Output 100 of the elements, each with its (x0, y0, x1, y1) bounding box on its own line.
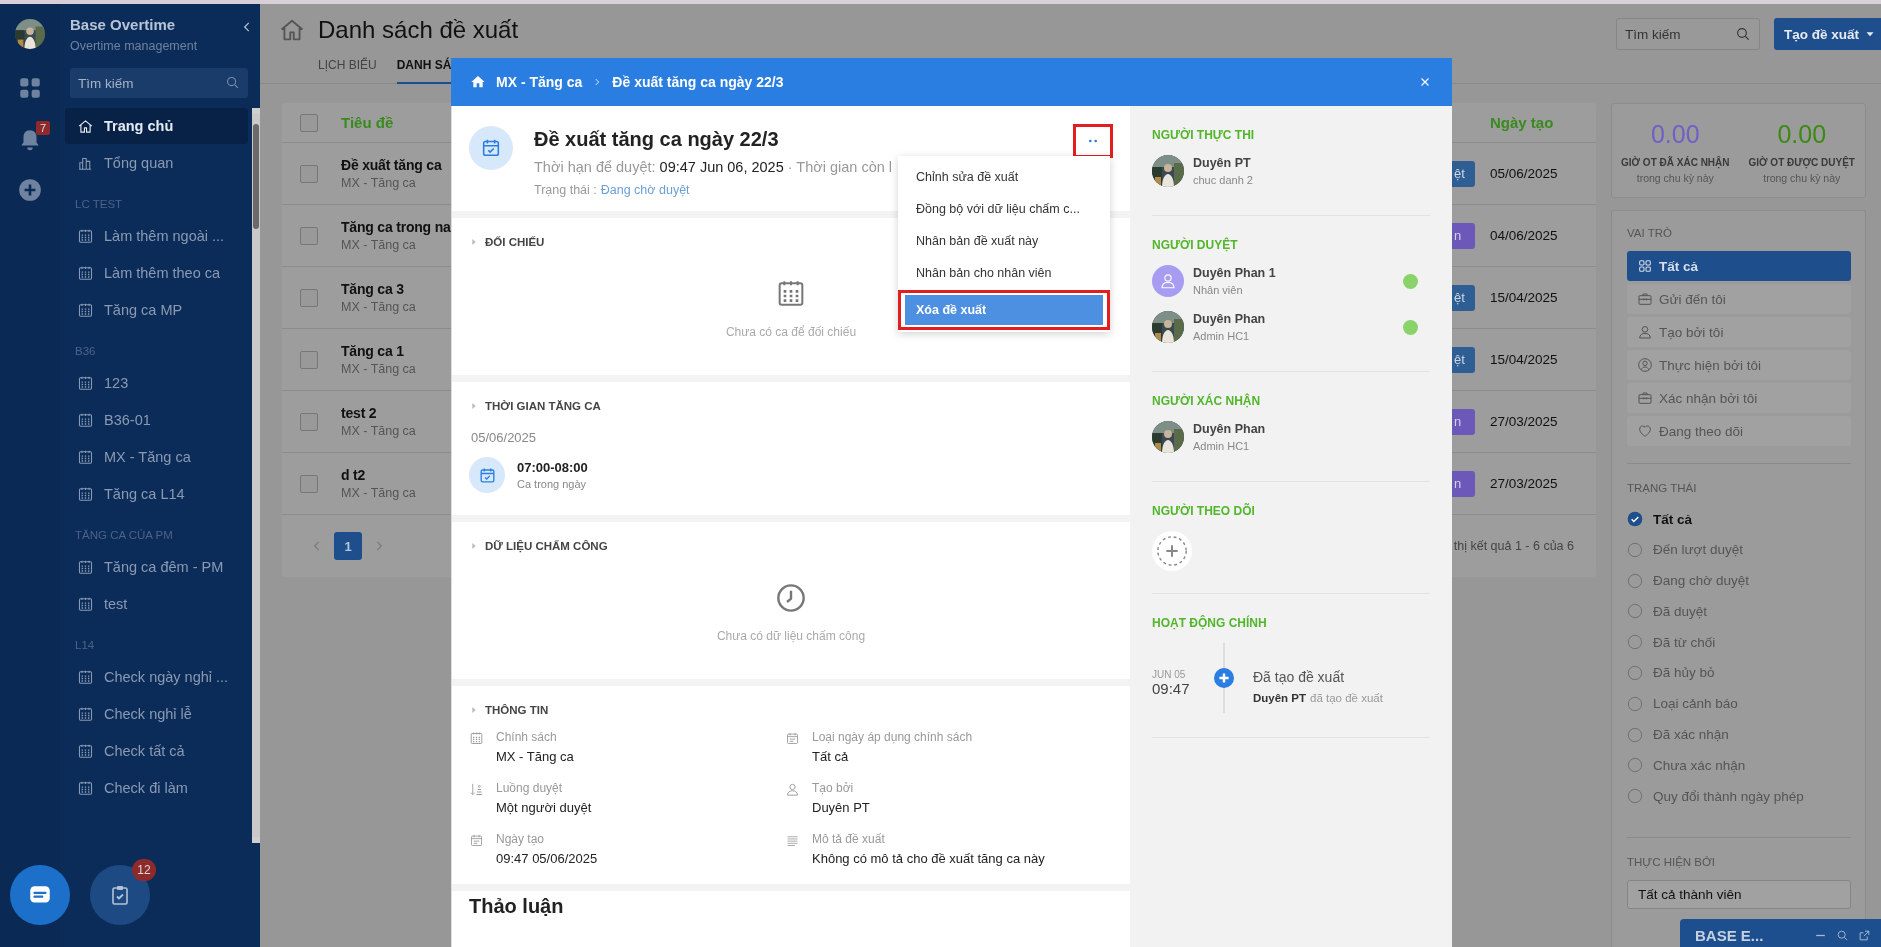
checkbox[interactable] (300, 474, 318, 493)
stat-note: trong chu kỳ này (1636, 172, 1714, 184)
status-tag: n (1452, 222, 1475, 249)
scrollbar[interactable] (252, 108, 260, 843)
person-name: Duyên Phan (1193, 422, 1266, 436)
status-filter[interactable]: Đến lượt duyệt (1627, 536, 1851, 563)
member-select[interactable]: Tất cả thành viên (1627, 880, 1851, 910)
add-icon (1155, 534, 1189, 568)
breadcrumb-link[interactable]: Đề xuất tăng ca ngày 22/3 (612, 74, 784, 90)
table-cell-text: 05/06/2025 (1490, 166, 1559, 181)
nav-item[interactable]: MX - Tăng ca (65, 439, 248, 475)
menu-item[interactable]: Chỉnh sửa đề xuất (898, 161, 1110, 193)
notification-badge: 7 (36, 121, 51, 135)
checkbox[interactable] (300, 113, 318, 132)
status-filter[interactable]: Chưa xác nhận (1627, 752, 1851, 779)
search-icon (225, 75, 240, 90)
stat-label: GIỜ OT ĐƯỢC DUYỆT (1748, 157, 1855, 168)
remaining-label: · Thời gian còn l (787, 159, 893, 175)
section-title: DỮ LIỆU CHẤM CÔNG (485, 540, 608, 552)
role-filter[interactable]: Gửi đến tôi (1627, 284, 1851, 314)
status-filter[interactable]: Đã hủy bỏ (1627, 660, 1851, 686)
breadcrumb-link[interactable]: MX - Tăng ca (496, 74, 583, 90)
calendar-icon (77, 668, 94, 686)
calendar-check-icon (477, 465, 497, 485)
search-field[interactable]: Tìm kiếm (1616, 18, 1760, 50)
field-label: Mô tả đề xuất (812, 832, 886, 846)
page-button[interactable]: 1 (334, 532, 362, 560)
section-heading: TRẠNG THÁI (1627, 482, 1698, 494)
nav-item[interactable]: Check đi làm (65, 770, 248, 806)
row-title[interactable]: Tăng ca trong na (341, 219, 451, 235)
row-title[interactable]: test 2 (341, 405, 416, 421)
status-filter[interactable]: Đang chờ duyệt (1627, 567, 1851, 594)
field-value: Tất cả (812, 749, 850, 764)
nav-item[interactable]: Tăng ca MP (65, 292, 248, 328)
menu-item[interactable]: Nhân bản cho nhân viên (898, 257, 1110, 289)
date-label: 05/06/2025 (471, 430, 538, 445)
apps-grid-icon[interactable] (17, 75, 43, 101)
field-label: Chính sách (496, 730, 558, 744)
nav-item[interactable]: 123 (65, 365, 248, 401)
table-cell-text: 04/06/2025 (1490, 228, 1559, 243)
nav-item[interactable]: Trang chủ (65, 108, 248, 144)
home-icon[interactable] (470, 74, 486, 90)
home-icon (77, 117, 94, 135)
nav-item[interactable]: Check tất cả (65, 733, 248, 769)
row-title[interactable]: Tăng ca 1 (341, 343, 416, 359)
chat-widget-bar[interactable]: BASE E... (1680, 919, 1881, 947)
text-lines-icon (785, 833, 800, 848)
row-title[interactable]: Đề xuất tăng ca (341, 157, 442, 173)
checkbox[interactable] (300, 288, 318, 307)
status-tag: n (1452, 408, 1475, 435)
create-button[interactable]: Tạo đề xuất (1774, 18, 1881, 50)
nav-item[interactable]: test (65, 586, 248, 622)
section-title: NGƯỜI XÁC NHẬN (1152, 394, 1262, 408)
nav-item[interactable]: Check nghỉ lễ (65, 696, 248, 732)
role-filter[interactable]: Tất cả (1627, 251, 1851, 281)
menu-item[interactable]: Đồng bộ với dữ liệu chấm c... (898, 193, 1110, 225)
status-filter[interactable]: Đã duyệt (1627, 598, 1851, 625)
status-label: Trạng thái : (534, 183, 597, 197)
role-filter[interactable]: Tạo bởi tôi (1627, 317, 1851, 347)
status-tag: ệt (1452, 346, 1475, 373)
person-name: Duyên Phan 1 (1193, 266, 1276, 280)
nav-item[interactable]: B36-01 (65, 402, 248, 438)
section-heading: LC TEST (74, 197, 124, 212)
add-icon[interactable] (17, 177, 43, 203)
menu-item[interactable]: Nhân bản đề xuất này (898, 225, 1110, 257)
search-icon[interactable] (1836, 928, 1849, 942)
section-title: NGƯỜI THỰC THI (1152, 128, 1256, 142)
role-filter[interactable]: Xác nhận bởi tôi (1627, 383, 1851, 413)
checkbox[interactable] (300, 350, 318, 369)
row-title[interactable]: Tăng ca 3 (341, 281, 416, 297)
nav-item[interactable]: Tổng quan (65, 145, 248, 181)
status-filter[interactable]: Đã từ chối (1627, 629, 1851, 656)
external-link-icon[interactable] (1858, 928, 1871, 942)
role-filter[interactable]: Đang theo dõi (1627, 416, 1851, 446)
role-filter[interactable]: Thực hiện bởi tôi (1627, 350, 1851, 380)
clock-icon (775, 582, 807, 614)
tab[interactable]: LỊCH BIỂU (318, 54, 377, 84)
stat-label: GIỜ OT ĐÃ XÁC NHẬN (1621, 157, 1730, 168)
checkbox[interactable] (300, 164, 318, 183)
checkbox[interactable] (300, 412, 318, 431)
status-filter[interactable]: Đã xác nhận (1627, 721, 1851, 748)
nav-item[interactable]: Tăng ca đêm - PM (65, 549, 248, 585)
field-value: 09:47 05/06/2025 (496, 851, 598, 866)
scrollbar-thumb[interactable] (253, 124, 259, 229)
nav-item[interactable]: Làm thêm ngoài ... (65, 218, 248, 254)
add-follower-button[interactable] (1152, 531, 1192, 571)
status-filter[interactable]: Quy đổi thành ngày phép (1627, 783, 1851, 810)
row-title[interactable]: d t2 (341, 467, 416, 483)
status-tag: n (1452, 470, 1475, 497)
stat-value: 0.00 (1650, 120, 1700, 149)
status-filter[interactable]: Tất cả (1627, 506, 1851, 532)
section-title: NGƯỜI THEO DÕI (1152, 504, 1256, 518)
checkbox[interactable] (300, 226, 318, 245)
status-filter[interactable]: Loại cảnh báo (1627, 690, 1851, 717)
briefcase-icon (1637, 291, 1653, 307)
nav-item[interactable]: Tăng ca L14 (65, 476, 248, 512)
nav-item[interactable]: Check ngày nghỉ ... (65, 659, 248, 695)
search-field[interactable]: Tìm kiếm (70, 68, 248, 98)
menu-item[interactable]: Xóa đề xuất (905, 295, 1103, 325)
nav-item[interactable]: Làm thêm theo ca (65, 255, 248, 291)
